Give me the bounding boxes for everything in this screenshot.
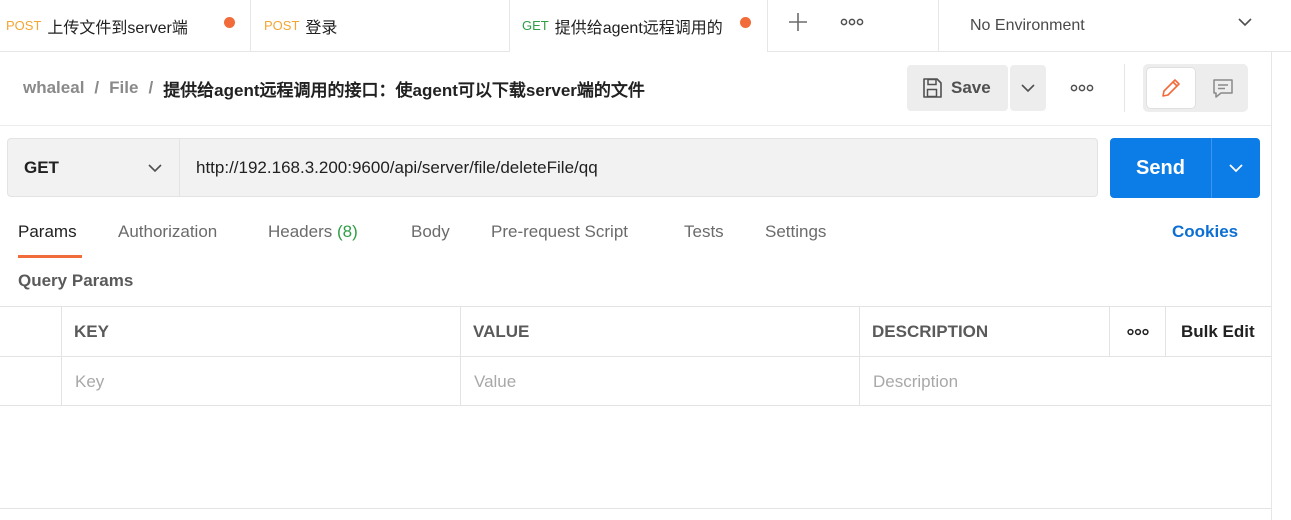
- save-dropdown-button[interactable]: [1010, 65, 1046, 111]
- column-header: DESCRIPTION: [872, 321, 989, 341]
- table-header-row: KEY VALUE DESCRIPTION Bulk Edit: [0, 307, 1271, 357]
- tab-bar: POST 上传文件到server端 POST 登录 GET 提供给agent远程…: [0, 0, 1291, 52]
- unsaved-dot: [740, 17, 751, 28]
- chevron-down-icon: [148, 164, 162, 173]
- row-checkbox-cell: [0, 357, 62, 406]
- send-dropdown-button[interactable]: [1212, 138, 1260, 198]
- breadcrumb-folder[interactable]: File: [109, 78, 138, 98]
- new-tab-button[interactable]: [782, 6, 814, 38]
- request-tabs: Params Authorization Headers (8) Body Pr…: [0, 220, 1271, 260]
- tab-title: 提供给agent远程调用的: [554, 19, 723, 37]
- header-checkbox-cell: [0, 307, 62, 356]
- value-input[interactable]: Value: [461, 357, 860, 406]
- chevron-down-icon: [1229, 164, 1243, 173]
- more-horizontal-icon: [1126, 328, 1149, 335]
- header-divider: [0, 125, 1271, 126]
- url-value: http://192.168.3.200:9600/api/server/fil…: [196, 157, 598, 177]
- tab-settings[interactable]: Settings: [765, 222, 826, 242]
- response-divider: [0, 508, 1271, 509]
- view-toggle: [1143, 64, 1248, 112]
- table-row: Key Value Description: [0, 357, 1271, 407]
- pencil-icon: [1162, 79, 1180, 97]
- request-options-button[interactable]: [1066, 72, 1098, 104]
- tab-headers-label: Headers: [268, 222, 333, 241]
- request-tab-active[interactable]: GET 提供给agent远程调用的: [510, 0, 768, 52]
- description-input[interactable]: Description: [860, 357, 1271, 406]
- chevron-down-icon: [1021, 84, 1035, 93]
- tab-title: 登录: [305, 19, 338, 37]
- tab-options-button[interactable]: [836, 6, 868, 38]
- more-horizontal-icon: [1070, 84, 1094, 92]
- cookies-link[interactable]: Cookies: [1172, 222, 1238, 242]
- header-description: DESCRIPTION: [860, 307, 1110, 356]
- headers-count: (8): [337, 222, 358, 241]
- tab-tests[interactable]: Tests: [684, 222, 724, 242]
- key-placeholder: Key: [75, 371, 105, 391]
- breadcrumb-workspace[interactable]: whaleal: [23, 78, 84, 98]
- environment-selector[interactable]: No Environment: [938, 0, 1291, 51]
- save-button[interactable]: Save: [907, 65, 1008, 111]
- panel-divider: [1271, 52, 1272, 520]
- breadcrumb-separator: /: [94, 78, 100, 97]
- column-header: KEY: [74, 321, 109, 341]
- bulk-edit-label: Bulk Edit: [1181, 321, 1255, 341]
- tab-method: POST: [6, 18, 42, 33]
- plus-icon: [789, 13, 807, 31]
- query-params-title: Query Params: [18, 271, 134, 290]
- unsaved-dot: [224, 17, 235, 28]
- tab-authorization[interactable]: Authorization: [118, 222, 217, 242]
- header-key: KEY: [62, 307, 461, 356]
- more-horizontal-icon: [840, 18, 864, 26]
- tab-title: 上传文件到server端: [47, 19, 188, 37]
- tab-method: POST: [264, 18, 300, 33]
- breadcrumb: whaleal / File / 提供给agent远程调用的接口：使agent可…: [23, 76, 645, 100]
- request-tab[interactable]: POST 上传文件到server端: [0, 0, 251, 51]
- request-tab[interactable]: POST 登录: [251, 0, 510, 51]
- value-placeholder: Value: [474, 371, 517, 391]
- tab-method: GET: [522, 18, 549, 33]
- header-value: VALUE: [461, 307, 860, 356]
- send-button[interactable]: Send: [1110, 138, 1211, 198]
- active-tab-indicator: [18, 255, 82, 258]
- tab-headers[interactable]: Headers (8): [268, 222, 358, 242]
- description-placeholder: Description: [873, 371, 959, 391]
- bulk-edit-button[interactable]: Bulk Edit: [1166, 307, 1271, 356]
- save-icon: [923, 78, 942, 98]
- edit-view-button[interactable]: [1147, 68, 1195, 108]
- send-button-group: Send: [1110, 138, 1260, 198]
- breadcrumb-separator: /: [148, 78, 154, 97]
- tab-params[interactable]: Params: [18, 222, 77, 242]
- column-header: VALUE: [473, 321, 530, 341]
- key-input[interactable]: Key: [62, 357, 461, 406]
- query-params-table: KEY VALUE DESCRIPTION Bulk Edit Key Valu…: [0, 306, 1271, 406]
- column-options-button[interactable]: [1110, 307, 1166, 356]
- method-value: GET: [24, 157, 59, 177]
- method-select[interactable]: GET: [7, 138, 180, 197]
- url-input[interactable]: http://192.168.3.200:9600/api/server/fil…: [180, 138, 1098, 197]
- chevron-down-icon: [1238, 18, 1252, 27]
- tab-pre-request-script[interactable]: Pre-request Script: [491, 222, 628, 242]
- environment-label: No Environment: [970, 16, 1085, 34]
- request-name[interactable]: 提供给agent远程调用的接口：使agent可以下载server端的文件: [163, 76, 645, 101]
- toolbar-divider: [1124, 64, 1125, 112]
- comments-view-button[interactable]: [1201, 68, 1245, 108]
- tab-body[interactable]: Body: [411, 222, 450, 242]
- save-label: Save: [951, 78, 991, 97]
- comment-icon: [1213, 79, 1233, 98]
